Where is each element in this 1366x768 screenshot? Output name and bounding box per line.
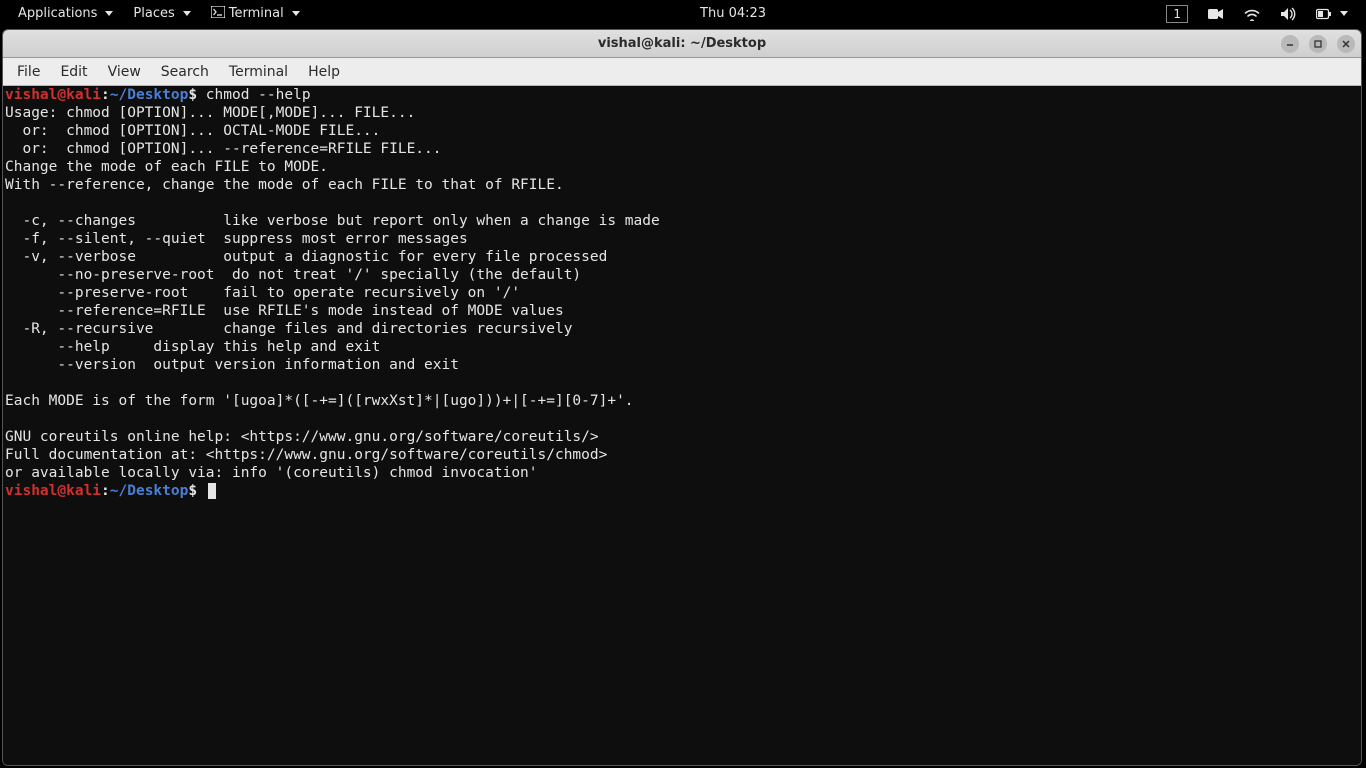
menu-search[interactable]: Search [151, 58, 219, 86]
terminal-window: vishal@kali: ~/Desktop File Edit View Se… [2, 29, 1362, 766]
network-icon[interactable] [1234, 0, 1270, 27]
active-app-menu[interactable]: Terminal [201, 0, 310, 27]
topbar-left: Applications Places Terminal [8, 0, 310, 27]
menu-view[interactable]: View [98, 58, 151, 86]
caret-down-icon [183, 11, 191, 16]
workspace-badge: 1 [1166, 5, 1188, 23]
workspace-indicator[interactable]: 1 [1156, 0, 1198, 27]
places-menu[interactable]: Places [123, 0, 200, 27]
caret-down-icon [105, 11, 113, 16]
window-controls [1281, 35, 1355, 53]
maximize-button[interactable] [1309, 35, 1327, 53]
volume-icon[interactable] [1270, 0, 1306, 27]
terminal-cursor [208, 483, 216, 499]
window-titlebar[interactable]: vishal@kali: ~/Desktop [3, 30, 1361, 58]
gnome-topbar: Applications Places Terminal Thu 04:23 1 [0, 0, 1366, 27]
window-title: vishal@kali: ~/Desktop [3, 36, 1361, 51]
menu-help[interactable]: Help [298, 58, 350, 86]
caret-down-icon [1340, 11, 1348, 16]
terminal-body[interactable]: vishal@kali:~/Desktop$ chmod --helpUsage… [3, 86, 1361, 765]
terminal-menubar: File Edit View Search Terminal Help [3, 58, 1361, 86]
menu-file[interactable]: File [7, 58, 50, 86]
clock-label: Thu 04:23 [700, 6, 766, 21]
applications-label: Applications [18, 6, 97, 21]
battery-icon[interactable] [1306, 0, 1358, 27]
minimize-button[interactable] [1281, 35, 1299, 53]
active-app-label: Terminal [229, 6, 284, 21]
topbar-clock[interactable]: Thu 04:23 [310, 6, 1157, 21]
places-label: Places [133, 6, 174, 21]
topbar-right: 1 [1156, 0, 1358, 27]
close-button[interactable] [1337, 35, 1355, 53]
menu-terminal[interactable]: Terminal [219, 58, 298, 86]
terminal-icon [211, 6, 225, 22]
menu-edit[interactable]: Edit [50, 58, 97, 86]
caret-down-icon [292, 11, 300, 16]
videorec-icon[interactable] [1198, 0, 1234, 27]
applications-menu[interactable]: Applications [8, 0, 123, 27]
